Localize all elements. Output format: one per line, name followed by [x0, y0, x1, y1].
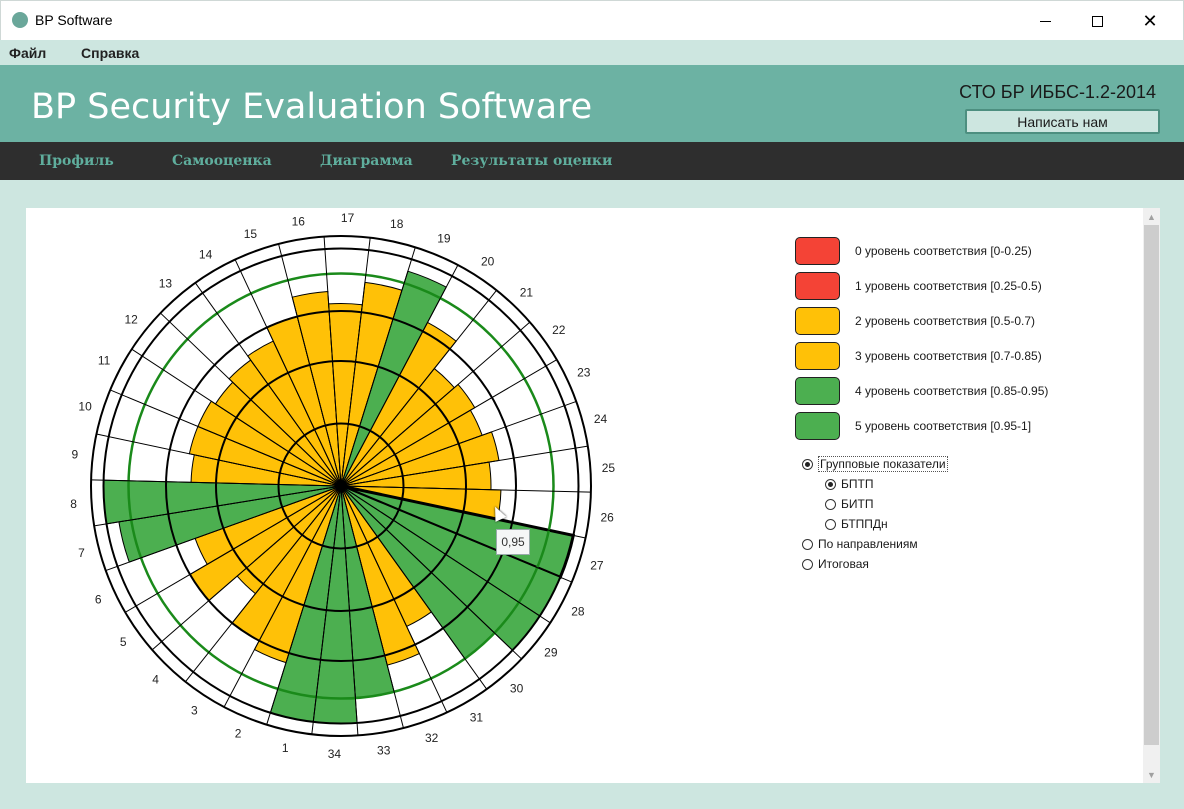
- legend-label: 5 уровень соответствия [0.95-1]: [855, 419, 1032, 433]
- maximize-button[interactable]: [1074, 1, 1120, 41]
- menu-file[interactable]: Файл: [9, 45, 46, 61]
- category-label: 2: [235, 726, 242, 740]
- legend-item: 2 уровень соответствия [0.5-0.7): [795, 307, 1115, 337]
- radio-label: Итоговая: [818, 557, 869, 571]
- app-title: BP Security Evaluation Software: [31, 87, 593, 127]
- minimize-button[interactable]: [1022, 1, 1068, 41]
- polar-chart: 12345678910111213141516 17 181920212223242…: [70, 211, 616, 761]
- menu-help[interactable]: Справка: [81, 45, 139, 61]
- category-label: 9: [71, 448, 78, 462]
- legend-item: 0 уровень соответствия [0-0.25): [795, 237, 1115, 267]
- legend-swatch: [795, 377, 840, 405]
- category-label: 20: [481, 255, 495, 269]
- category-label: 16: [292, 214, 306, 228]
- legend-label: 1 уровень соответствия [0.25-0.5): [855, 279, 1042, 293]
- category-label: 25: [602, 461, 616, 475]
- category-label: 18: [390, 217, 404, 231]
- radio-dot: [802, 459, 813, 470]
- legend-swatch: [795, 272, 840, 300]
- legend-label: 3 уровень соответствия [0.7-0.85): [855, 349, 1042, 363]
- category-label: 3: [191, 703, 198, 717]
- legend-item: 5 уровень соответствия [0.95-1]: [795, 412, 1115, 442]
- category-label: 7: [78, 546, 85, 560]
- minimize-icon: [1039, 20, 1051, 22]
- contact-button[interactable]: Написать нам: [965, 109, 1160, 134]
- category-label: 26: [600, 510, 614, 524]
- standard-label: СТО БР ИББС-1.2-2014: [959, 82, 1156, 102]
- maximize-icon: [1091, 15, 1103, 27]
- close-icon: ✕: [1142, 11, 1158, 31]
- app-header: BP Security Evaluation Software СТО БР И…: [0, 65, 1184, 142]
- category-label: 28: [571, 604, 585, 618]
- legend-swatch: [795, 342, 840, 370]
- category-label: 17: [341, 211, 355, 225]
- category-label: 15: [244, 227, 258, 241]
- category-label: 4: [152, 673, 159, 687]
- category-label: 33: [377, 744, 391, 758]
- radio-label: Групповые показатели: [818, 456, 948, 472]
- category-label: 29: [544, 646, 558, 660]
- category-label: 34: [328, 747, 342, 761]
- category-label: 24: [594, 412, 608, 426]
- category-label: 14: [199, 248, 213, 262]
- close-button[interactable]: ✕: [1127, 1, 1173, 41]
- app-icon: [12, 12, 28, 28]
- category-label: 5: [120, 635, 127, 649]
- category-label: 21: [520, 285, 534, 299]
- window-title: BP Software: [35, 12, 113, 28]
- menu-bar: Файл Справка: [0, 40, 1184, 65]
- category-label: 13: [159, 277, 173, 291]
- radio-dot: [802, 559, 813, 570]
- legend-item: 4 уровень соответствия [0.85-0.95): [795, 377, 1115, 407]
- value-tooltip: 0,95: [496, 529, 530, 555]
- nav-profile[interactable]: Профиль: [39, 153, 114, 169]
- radio-label: По направлениям: [818, 537, 918, 551]
- legend-swatch: [795, 412, 840, 440]
- category-label: 30: [510, 681, 524, 695]
- category-label: 10: [78, 399, 92, 413]
- category-label: 8: [70, 497, 77, 511]
- main-nav: Профиль Самооценка Диаграмма Результаты …: [0, 142, 1184, 180]
- scroll-thumb[interactable]: [1144, 225, 1159, 745]
- radio-label: БИТП: [841, 497, 874, 511]
- window-titlebar: BP Software ✕: [0, 0, 1184, 40]
- category-label: 11: [98, 354, 111, 368]
- category-label: 31: [470, 710, 484, 724]
- legend-label: 4 уровень соответствия [0.85-0.95): [855, 384, 1049, 398]
- radio-label: БТППДн: [841, 517, 888, 531]
- nav-self-assessment[interactable]: Самооценка: [172, 153, 272, 169]
- category-label: 32: [425, 731, 439, 745]
- radio-dot: [825, 519, 836, 530]
- radio-dot: [802, 539, 813, 550]
- category-label: 1: [282, 741, 289, 755]
- nav-diagram[interactable]: Диаграмма: [320, 153, 413, 169]
- legend-swatch: [795, 237, 840, 265]
- legend-item: 3 уровень соответствия [0.7-0.85): [795, 342, 1115, 372]
- legend-label: 0 уровень соответствия [0-0.25): [855, 244, 1032, 258]
- scroll-up-icon[interactable]: ▲: [1143, 208, 1160, 225]
- category-label: 6: [95, 593, 102, 607]
- vertical-scrollbar[interactable]: ▲ ▼: [1143, 208, 1160, 783]
- category-label: 27: [590, 559, 604, 573]
- category-label: 23: [577, 365, 591, 379]
- legend-label: 2 уровень соответствия [0.5-0.7): [855, 314, 1036, 328]
- legend-item: 1 уровень соответствия [0.25-0.5): [795, 272, 1115, 302]
- category-label: 22: [552, 323, 566, 337]
- radio-dot: [825, 479, 836, 490]
- nav-results[interactable]: Результаты оценки: [451, 153, 612, 169]
- scroll-down-icon[interactable]: ▼: [1143, 766, 1160, 783]
- category-label: 12: [124, 312, 138, 326]
- category-label: 19: [437, 232, 451, 246]
- legend-swatch: [795, 307, 840, 335]
- radio-dot: [825, 499, 836, 510]
- radio-label: БПТП: [841, 477, 874, 491]
